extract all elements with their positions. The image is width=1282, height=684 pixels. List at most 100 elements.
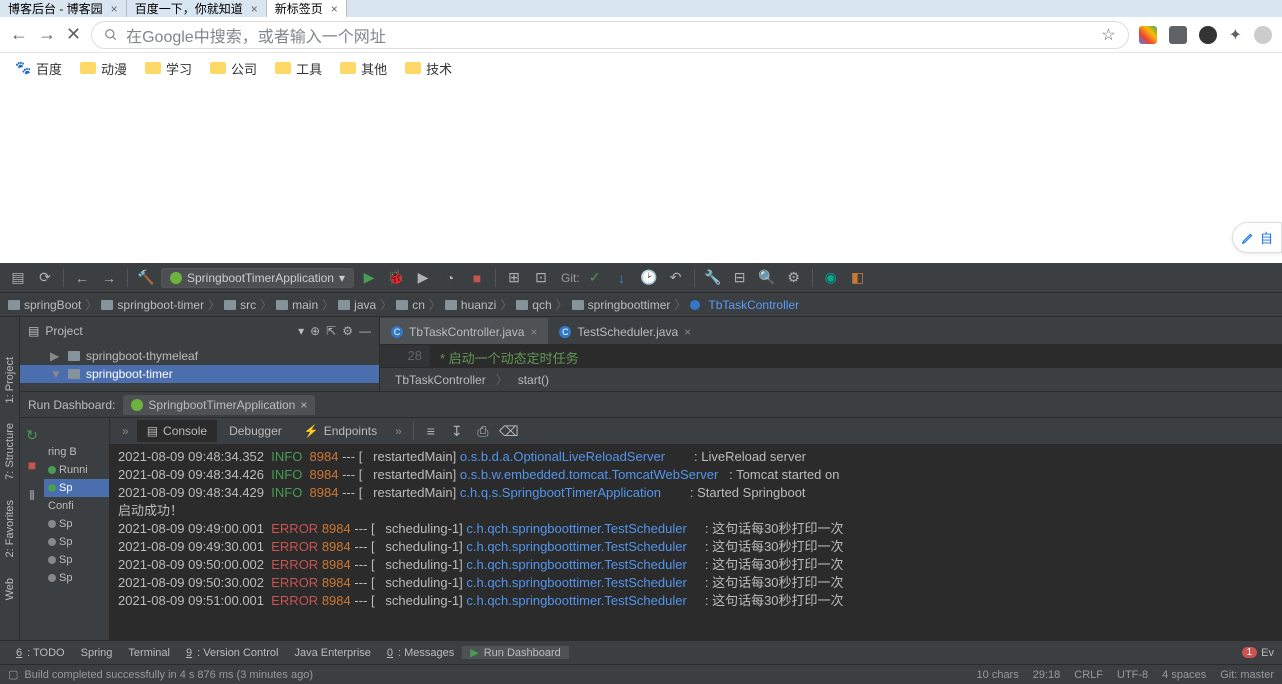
- code-area[interactable]: * 启动一个动态定时任务: [430, 345, 1282, 367]
- collapse-icon[interactable]: ⇱: [326, 324, 336, 338]
- build-icon[interactable]: 🔨: [134, 266, 158, 290]
- run-config-item[interactable]: Sp: [44, 569, 109, 587]
- history-icon[interactable]: 🕑: [637, 266, 661, 290]
- more-icon[interactable]: »: [389, 424, 408, 438]
- extension-icon[interactable]: [1169, 26, 1187, 44]
- breadcrumb-item[interactable]: TbTaskController: [690, 298, 799, 312]
- structure-icon[interactable]: ⊟: [728, 266, 752, 290]
- more-icon[interactable]: »: [116, 424, 135, 438]
- omnibox[interactable]: 在Google中搜索，或者输入一个网址 ☆: [91, 21, 1129, 49]
- breadcrumb-item[interactable]: springboot-timer: [101, 298, 204, 312]
- status-item[interactable]: Git: master: [1220, 669, 1274, 681]
- run-config-item[interactable]: Confi: [44, 497, 109, 515]
- forward-icon[interactable]: →: [38, 24, 56, 45]
- bookmark-item[interactable]: 公司: [210, 59, 257, 78]
- soft-wrap-icon[interactable]: ≡: [419, 419, 443, 443]
- settings-icon[interactable]: ⚙: [782, 266, 806, 290]
- close-icon[interactable]: ×: [111, 2, 118, 16]
- run-config-item[interactable]: ring B: [44, 443, 109, 461]
- sync-icon[interactable]: ⟳: [33, 266, 57, 290]
- star-icon[interactable]: ☆: [1101, 25, 1115, 45]
- target-icon[interactable]: ⊕: [310, 324, 320, 338]
- tree-item[interactable]: ▶springboot-thymeleaf: [20, 347, 379, 365]
- plugin-icon[interactable]: ◧: [846, 266, 870, 290]
- run-config-item[interactable]: Sp: [44, 551, 109, 569]
- search-icon[interactable]: 🔍: [755, 266, 779, 290]
- profile-icon[interactable]: ◔: [438, 266, 462, 290]
- revert-icon[interactable]: ↶: [664, 266, 688, 290]
- close-icon[interactable]: ×: [300, 398, 307, 412]
- toolbar-icon[interactable]: ⊡: [529, 266, 553, 290]
- close-icon[interactable]: ×: [684, 325, 691, 339]
- editor-tab[interactable]: CTbTaskController.java×: [380, 318, 548, 344]
- bookmark-item[interactable]: 动漫: [80, 59, 127, 78]
- tool-window-button[interactable]: Spring: [73, 647, 121, 659]
- commit-icon[interactable]: ✓: [583, 266, 607, 290]
- extension-icon[interactable]: [1199, 26, 1217, 44]
- breadcrumb-item[interactable]: qch: [516, 298, 551, 312]
- tab-endpoints[interactable]: ⚡Endpoints: [294, 420, 387, 442]
- plugin-icon[interactable]: ◉: [819, 266, 843, 290]
- console-output[interactable]: 2021-08-09 09:48:34.352 INFO 8984 --- [ …: [110, 444, 1282, 640]
- status-item[interactable]: 4 spaces: [1162, 669, 1206, 681]
- toolbar-icon[interactable]: ⊞: [502, 266, 526, 290]
- rerun-icon[interactable]: ↻: [20, 423, 44, 447]
- close-icon[interactable]: ×: [331, 2, 338, 16]
- status-item[interactable]: CRLF: [1074, 669, 1103, 681]
- status-item[interactable]: UTF-8: [1117, 669, 1148, 681]
- bookmark-item[interactable]: 工具: [275, 59, 322, 78]
- browser-tab[interactable]: 百度一下，你就知道×: [127, 0, 267, 17]
- breadcrumb-item[interactable]: huanzi: [445, 298, 496, 312]
- pause-icon[interactable]: ‖: [20, 483, 44, 507]
- tab-console[interactable]: ▤Console: [137, 420, 217, 442]
- stop-icon[interactable]: ✕: [66, 24, 81, 45]
- breadcrumb-item[interactable]: springboottimer: [572, 298, 671, 312]
- tool-window-button[interactable]: 9: Version Control: [178, 647, 286, 659]
- bookmark-item[interactable]: 学习: [145, 59, 192, 78]
- breadcrumb-item[interactable]: springBoot: [8, 298, 81, 312]
- side-tab-structure[interactable]: 7: Structure: [2, 413, 18, 490]
- tool-window-button[interactable]: 0: Messages: [379, 647, 462, 659]
- run-config-item[interactable]: Runni: [44, 461, 109, 479]
- run-dash-tab[interactable]: SpringbootTimerApplication ×: [123, 395, 315, 415]
- tree-item[interactable]: ▼springboot-timer: [20, 365, 379, 383]
- error-badge[interactable]: 1: [1242, 647, 1258, 658]
- run-config-item[interactable]: Sp: [44, 515, 109, 533]
- close-icon[interactable]: ×: [251, 2, 258, 16]
- tool-window-button[interactable]: Terminal: [120, 647, 178, 659]
- breadcrumb-item[interactable]: main: [276, 298, 318, 312]
- browser-tab[interactable]: 新标签页×: [267, 0, 347, 17]
- side-tab-web[interactable]: Web: [2, 568, 18, 610]
- hide-icon[interactable]: —: [359, 324, 371, 338]
- chevron-down-icon[interactable]: ▾: [298, 324, 304, 338]
- editor-content[interactable]: 28 * 启动一个动态定时任务: [380, 345, 1282, 367]
- bookmark-item[interactable]: 其他: [340, 59, 387, 78]
- stop-icon[interactable]: ■: [20, 453, 44, 477]
- browser-tab[interactable]: 博客后台 - 博客园×: [0, 0, 127, 17]
- print-icon[interactable]: ⎙: [471, 419, 495, 443]
- run-config-item[interactable]: Sp: [44, 479, 109, 497]
- coverage-icon[interactable]: ▶: [411, 266, 435, 290]
- tab-debugger[interactable]: Debugger: [219, 420, 292, 442]
- gear-icon[interactable]: ⚙: [342, 324, 353, 338]
- breadcrumb-item[interactable]: cn: [396, 298, 425, 312]
- status-item[interactable]: 10 chars: [977, 669, 1019, 681]
- stop-icon[interactable]: ■: [465, 266, 489, 290]
- update-icon[interactable]: ↓: [610, 266, 634, 290]
- clear-icon[interactable]: ⌫: [497, 419, 521, 443]
- tool-window-button[interactable]: ▶ Run Dashboard: [462, 646, 569, 659]
- debug-icon[interactable]: 🐞: [384, 266, 408, 290]
- tool-window-button[interactable]: 6: TODO: [8, 647, 73, 659]
- run-icon[interactable]: ▶: [357, 266, 381, 290]
- avatar-icon[interactable]: [1254, 26, 1272, 44]
- bookmark-item[interactable]: 技术: [405, 59, 452, 78]
- status-item[interactable]: 29:18: [1033, 669, 1061, 681]
- back-icon[interactable]: ←: [70, 266, 94, 290]
- tool-window-button[interactable]: Java Enterprise: [286, 647, 378, 659]
- side-tab-project[interactable]: 1: Project: [2, 347, 18, 413]
- editor-tab[interactable]: CTestScheduler.java×: [548, 318, 702, 344]
- scroll-end-icon[interactable]: ↧: [445, 419, 469, 443]
- extension-icon[interactable]: [1139, 26, 1157, 44]
- back-icon[interactable]: ←: [10, 24, 28, 45]
- run-config-selector[interactable]: SpringbootTimerApplication ▾: [161, 268, 354, 288]
